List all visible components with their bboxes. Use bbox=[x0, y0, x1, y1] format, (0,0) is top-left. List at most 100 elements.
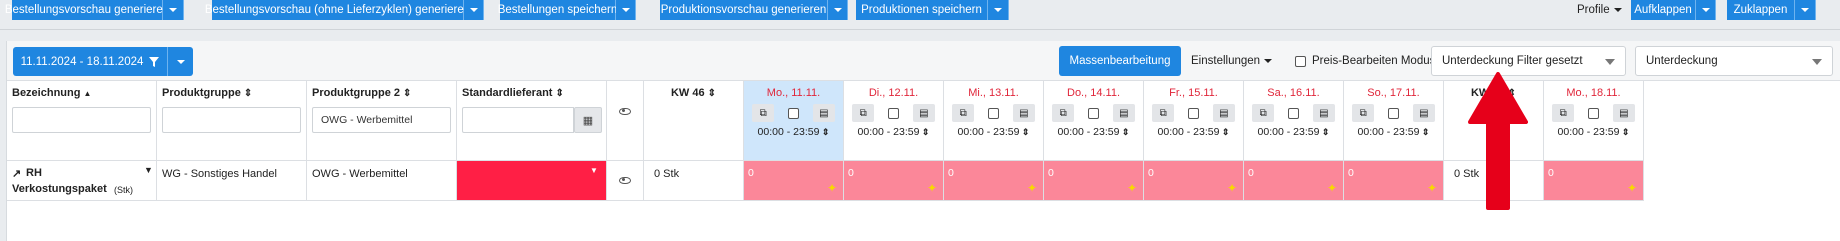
order-preview-dropdown[interactable] bbox=[163, 0, 184, 20]
day-select-checkbox[interactable] bbox=[1182, 104, 1204, 122]
day-cell-tue-12[interactable]: 0 ✦ bbox=[844, 161, 944, 201]
day-cell-sun-17[interactable]: 0 ✦ bbox=[1344, 161, 1444, 201]
date-range-picker[interactable]: 11.11.2024 - 18.11.2024 bbox=[13, 47, 193, 76]
paste-icon[interactable]: ▤ bbox=[1212, 104, 1235, 122]
day-select-checkbox[interactable] bbox=[882, 104, 904, 122]
col-product-group2-title[interactable]: Produktgruppe 2 bbox=[312, 87, 411, 99]
collapse-dropdown[interactable] bbox=[1795, 0, 1816, 20]
paste-icon[interactable]: ▤ bbox=[1012, 104, 1035, 122]
paste-icon[interactable]: ▤ bbox=[1612, 104, 1635, 122]
day-time[interactable]: 00:00 - 23:59 bbox=[844, 126, 943, 138]
day-tools: ⧉ ▤ bbox=[744, 104, 843, 122]
shortfall-select-value: Unterdeckung bbox=[1646, 55, 1718, 67]
collapse-button[interactable]: Zuklappen bbox=[1727, 0, 1795, 20]
order-preview-button[interactable]: Bestellungsvorschau generieren bbox=[5, 0, 169, 20]
external-link-icon[interactable]: ↗ bbox=[12, 167, 21, 180]
copy-icon[interactable]: ⧉ bbox=[852, 104, 875, 122]
name-filter-input[interactable] bbox=[12, 107, 151, 133]
row-visibility-cell bbox=[607, 161, 644, 201]
day-select-checkbox[interactable] bbox=[982, 104, 1004, 122]
shortfall-select[interactable]: Unterdeckung bbox=[1635, 46, 1833, 76]
save-productions-dropdown[interactable] bbox=[988, 0, 1009, 20]
supplier-caret-icon[interactable]: ▼ bbox=[590, 166, 598, 175]
day-select-checkbox[interactable] bbox=[1282, 104, 1304, 122]
production-preview-button[interactable]: Produktionsvorschau generieren bbox=[660, 0, 828, 20]
col-product-group2-header: Produktgruppe 2 OWG - Werbemittel bbox=[307, 81, 457, 161]
price-edit-checkbox[interactable] bbox=[1295, 55, 1306, 67]
save-productions-button[interactable]: Produktionen speichern bbox=[856, 0, 988, 20]
save-orders-button[interactable]: Bestellungen speichern bbox=[498, 0, 617, 20]
supplier-filter-input[interactable] bbox=[462, 107, 574, 133]
date-range-dropdown[interactable] bbox=[167, 47, 193, 76]
day-time[interactable]: 00:00 - 23:59 bbox=[1544, 126, 1643, 138]
shortfall-filter-select[interactable]: Unterdeckung Filter gesetzt bbox=[1431, 46, 1626, 76]
day-cell-sat-16[interactable]: 0 ✦ bbox=[1244, 161, 1344, 201]
paste-icon[interactable]: ▤ bbox=[912, 104, 935, 122]
production-preview-dropdown[interactable] bbox=[828, 0, 848, 20]
filter-bar: 11.11.2024 - 18.11.2024 Massenbearbeitun… bbox=[7, 41, 1840, 81]
sort-icon bbox=[403, 87, 411, 99]
product-unit: (Stk) bbox=[114, 185, 133, 195]
planning-panel: 11.11.2024 - 18.11.2024 Massenbearbeitun… bbox=[6, 41, 1840, 241]
day-header-fri-15: Fr., 15.11. ⧉ ▤ 00:00 - 23:59 bbox=[1144, 81, 1244, 161]
eye-icon[interactable] bbox=[619, 177, 631, 184]
paste-icon[interactable]: ▤ bbox=[1312, 104, 1335, 122]
row-menu-caret-icon[interactable]: ▼ bbox=[144, 165, 153, 175]
paste-icon[interactable]: ▤ bbox=[1412, 104, 1435, 122]
day-cell-thu-14[interactable]: 0 ✦ bbox=[1044, 161, 1144, 201]
copy-icon[interactable]: ⧉ bbox=[752, 104, 775, 122]
product-name-line2[interactable]: Verkostungspaket bbox=[12, 183, 107, 195]
save-orders-dropdown[interactable] bbox=[616, 0, 636, 20]
day-time[interactable]: 00:00 - 23:59 bbox=[744, 126, 843, 138]
warning-star-icon: ✦ bbox=[1026, 181, 1037, 195]
day-select-checkbox[interactable] bbox=[1582, 104, 1604, 122]
day-time[interactable]: 00:00 - 23:59 bbox=[1344, 126, 1443, 138]
settings-dropdown[interactable]: Einstellungen bbox=[1191, 46, 1272, 76]
price-edit-toggle[interactable]: Preis-Bearbeiten Modus bbox=[1295, 46, 1435, 76]
copy-icon[interactable]: ⧉ bbox=[952, 104, 975, 122]
expand-button[interactable]: Aufklappen bbox=[1631, 0, 1696, 20]
expand-dropdown[interactable] bbox=[1696, 0, 1716, 20]
product-group-filter-input[interactable] bbox=[162, 107, 301, 133]
day-cell-fri-15[interactable]: 0 ✦ bbox=[1144, 161, 1244, 201]
day-cell-mon-18[interactable]: 0 ✦ bbox=[1544, 161, 1644, 201]
day-label: Mo., 18.11. bbox=[1566, 87, 1621, 99]
day-time[interactable]: 00:00 - 23:59 bbox=[1244, 126, 1343, 138]
mass-edit-button[interactable]: Massenbearbeitung bbox=[1059, 46, 1181, 76]
kw46-label[interactable]: KW 46 bbox=[644, 87, 743, 99]
day-value: 0 bbox=[1548, 167, 1554, 179]
order-preview-no-cycles-button[interactable]: Bestellungsvorschau (ohne Lieferzyklen) … bbox=[205, 0, 470, 20]
day-time[interactable]: 00:00 - 23:59 bbox=[1044, 126, 1143, 138]
copy-icon[interactable]: ⧉ bbox=[1252, 104, 1275, 122]
col-supplier-title[interactable]: Standardlieferant bbox=[462, 87, 564, 99]
col-name-title[interactable]: Bezeichnung bbox=[12, 87, 91, 99]
date-range-button[interactable]: 11.11.2024 - 18.11.2024 bbox=[13, 47, 167, 76]
day-select-checkbox[interactable] bbox=[1082, 104, 1104, 122]
row-supplier-select[interactable]: ▼ bbox=[457, 161, 607, 201]
eye-icon[interactable] bbox=[619, 108, 631, 115]
day-cell-wed-13[interactable]: 0 ✦ bbox=[944, 161, 1044, 201]
warning-star-icon: ✦ bbox=[926, 181, 937, 195]
col-product-group-title[interactable]: Produktgruppe bbox=[162, 87, 252, 99]
sort-icon bbox=[708, 87, 716, 99]
order-preview-no-cycles-dropdown[interactable] bbox=[464, 0, 484, 20]
copy-icon[interactable]: ⧉ bbox=[1152, 104, 1175, 122]
profile-menu[interactable]: Profile bbox=[1577, 0, 1622, 20]
day-time[interactable]: 00:00 - 23:59 bbox=[944, 126, 1043, 138]
day-select-checkbox[interactable] bbox=[1382, 104, 1404, 122]
day-time[interactable]: 00:00 - 23:59 bbox=[1144, 126, 1243, 138]
copy-icon[interactable]: ⧉ bbox=[1352, 104, 1375, 122]
product-group2-filter-input[interactable]: OWG - Werbemittel bbox=[312, 107, 451, 133]
warning-star-icon: ✦ bbox=[1326, 181, 1337, 195]
copy-icon[interactable]: ⧉ bbox=[1052, 104, 1075, 122]
kw46-total-value: 0 Stk bbox=[654, 168, 680, 180]
copy-icon[interactable]: ⧉ bbox=[1552, 104, 1575, 122]
row-product-group-cell: WG - Sonstiges Handel bbox=[157, 161, 307, 201]
day-cell-mon-11[interactable]: 0 ✦ bbox=[744, 161, 844, 201]
calendar-icon[interactable]: ▦ bbox=[574, 107, 602, 133]
day-select-checkbox[interactable] bbox=[782, 104, 804, 122]
day-label: Di., 12.11. bbox=[868, 87, 919, 99]
paste-icon[interactable]: ▤ bbox=[812, 104, 835, 122]
product-name-line1[interactable]: RH bbox=[26, 167, 42, 179]
paste-icon[interactable]: ▤ bbox=[1112, 104, 1135, 122]
